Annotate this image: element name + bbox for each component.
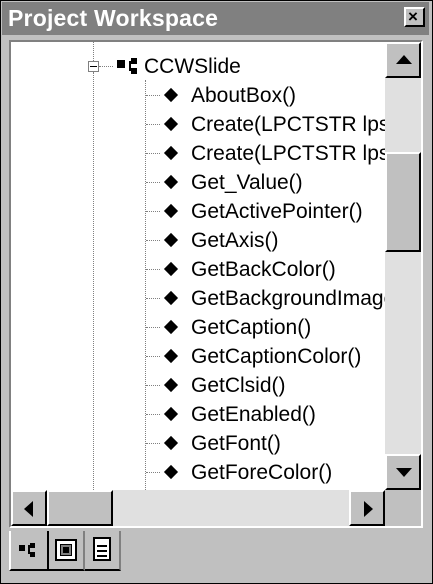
tree-item-label: GetFont() bbox=[191, 432, 281, 455]
arrow-right-icon bbox=[364, 501, 373, 517]
resourceview-tab-icon bbox=[55, 539, 77, 561]
tree-connector-line bbox=[146, 472, 160, 473]
tree-member-item[interactable]: GetBackgroundImage bbox=[11, 284, 385, 313]
scroll-right-button[interactable] bbox=[349, 490, 385, 526]
class-view-panel: CCWSlide AboutBox() Create(LPCTSTR lpsz Cr… bbox=[9, 40, 423, 528]
tree-item-label: AboutBox() bbox=[191, 84, 297, 107]
tree-connector-line bbox=[146, 356, 160, 357]
class-tree[interactable]: CCWSlide AboutBox() Create(LPCTSTR lpsz Cr… bbox=[11, 42, 385, 490]
tree-connector-line bbox=[146, 182, 160, 183]
tree-item-label: GetAxis() bbox=[191, 229, 279, 252]
diamond-method-icon bbox=[163, 319, 179, 335]
tree-member-item[interactable]: Create(LPCTSTR lpsz bbox=[11, 139, 385, 168]
tree-item-label: GetActivePointer() bbox=[191, 200, 363, 223]
diamond-method-icon bbox=[163, 87, 179, 103]
scroll-up-button[interactable] bbox=[385, 42, 421, 78]
horizontal-scrollbar[interactable] bbox=[11, 490, 385, 526]
diamond-method-icon bbox=[163, 406, 179, 422]
tab-resourceview[interactable] bbox=[49, 531, 85, 571]
diamond-method-icon bbox=[163, 145, 179, 161]
tree-connector-line bbox=[146, 153, 160, 154]
tree-member-item[interactable]: Create(LPCTSTR lpsz bbox=[11, 110, 385, 139]
diamond-method-icon bbox=[163, 174, 179, 190]
diamond-method-icon bbox=[163, 464, 179, 480]
horizontal-scroll-thumb[interactable] bbox=[47, 490, 113, 526]
fileview-tab-icon bbox=[93, 537, 111, 561]
tree-root-item[interactable]: CCWSlide bbox=[11, 52, 385, 81]
project-workspace-window: Project Workspace × CCWSlide AboutBox() C… bbox=[0, 0, 433, 584]
window-title: Project Workspace bbox=[8, 5, 219, 31]
diamond-method-icon bbox=[163, 203, 179, 219]
scroll-down-button[interactable] bbox=[385, 454, 421, 490]
tree-member-item[interactable]: GetEnabled() bbox=[11, 400, 385, 429]
tree-member-item[interactable]: GetCaption() bbox=[11, 313, 385, 342]
tree-member-item[interactable]: GetActivePointer() bbox=[11, 197, 385, 226]
tree-member-item[interactable]: GetForeColor() bbox=[11, 458, 385, 487]
tree-member-item[interactable]: GetClsid() bbox=[11, 371, 385, 400]
diamond-method-icon bbox=[163, 435, 179, 451]
tree-connector-line bbox=[146, 298, 160, 299]
tree-item-label: GetBackgroundImage bbox=[191, 287, 385, 310]
tree-item-label: GetCaption() bbox=[191, 316, 312, 339]
tree-item-label: Create(LPCTSTR lpsz bbox=[191, 142, 385, 165]
tree-member-item[interactable]: GetCaptionColor() bbox=[11, 342, 385, 371]
tree-member-item[interactable]: GetFont() bbox=[11, 429, 385, 458]
scroll-left-button[interactable] bbox=[11, 490, 47, 526]
classview-tab-icon bbox=[19, 543, 41, 559]
diamond-method-icon bbox=[163, 290, 179, 306]
tree-connector-line bbox=[146, 211, 160, 212]
tree-item-label: GetCaptionColor() bbox=[191, 345, 362, 368]
title-bar[interactable]: Project Workspace × bbox=[2, 2, 429, 35]
tree-connector-line bbox=[146, 327, 160, 328]
tree-item-label: CCWSlide bbox=[144, 55, 241, 78]
close-button[interactable]: × bbox=[404, 7, 425, 27]
tree-connector-line bbox=[146, 269, 160, 270]
tree-item-label: GetClsid() bbox=[191, 374, 286, 397]
arrow-up-icon bbox=[396, 55, 412, 64]
scrollbar-corner bbox=[385, 490, 421, 526]
diamond-method-icon bbox=[163, 348, 179, 364]
arrow-left-icon bbox=[24, 501, 33, 517]
tree-connector-line bbox=[146, 443, 160, 444]
vertical-scroll-thumb[interactable] bbox=[385, 152, 421, 252]
tree-item-label: Get_Value() bbox=[191, 171, 303, 194]
tab-classview[interactable] bbox=[9, 531, 49, 571]
tree-connector-line bbox=[146, 414, 160, 415]
close-icon: × bbox=[408, 7, 418, 26]
tree-connector-line bbox=[146, 385, 160, 386]
tree-connector-line bbox=[146, 124, 160, 125]
diamond-method-icon bbox=[163, 377, 179, 393]
diamond-method-icon bbox=[163, 261, 179, 277]
tree-item-label: GetEnabled() bbox=[191, 403, 316, 426]
vertical-scrollbar[interactable] bbox=[385, 42, 421, 490]
tree-member-item[interactable]: AboutBox() bbox=[11, 81, 385, 110]
tree-member-item[interactable]: Get_Value() bbox=[11, 168, 385, 197]
tree-item-label: Create(LPCTSTR lpsz bbox=[191, 113, 385, 136]
diamond-method-icon bbox=[163, 232, 179, 248]
tab-fileview[interactable] bbox=[85, 531, 121, 571]
tree-item-label: GetBackColor() bbox=[191, 258, 336, 281]
tree-member-item[interactable]: GetAxis() bbox=[11, 226, 385, 255]
tree-connector-line bbox=[146, 95, 160, 96]
diamond-method-icon bbox=[163, 116, 179, 132]
tree-member-item[interactable]: GetBackColor() bbox=[11, 255, 385, 284]
arrow-down-icon bbox=[396, 468, 412, 477]
tree-connector-line bbox=[146, 240, 160, 241]
tree-item-label: GetForeColor() bbox=[191, 461, 333, 484]
